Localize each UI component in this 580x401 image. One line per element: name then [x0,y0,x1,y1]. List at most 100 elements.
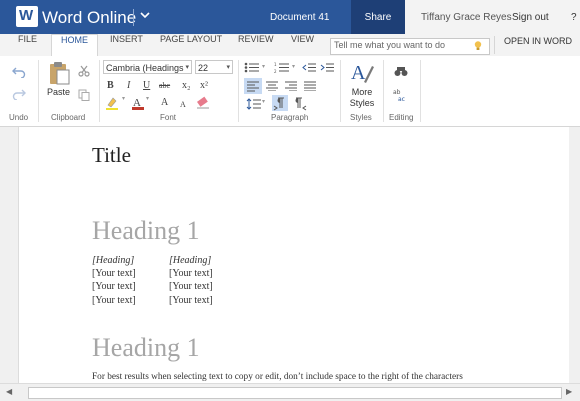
chevron-down-icon: ▾ [226,64,230,71]
user-name[interactable]: Tiffany Grace Reyes [421,12,512,23]
redo-icon[interactable] [12,88,26,100]
paste-label[interactable]: Paste [47,87,70,97]
styles-icon[interactable]: A [350,60,374,86]
table-cell[interactable]: [Your text] [92,281,136,292]
lightbulb-icon [474,41,482,50]
word-logo-icon[interactable]: W [16,6,38,27]
right-to-left-icon[interactable] [292,97,308,111]
font-group-label: Font [160,113,177,122]
clipboard-group-label: Clipboard [51,113,86,122]
tab-review[interactable]: REVIEW [238,34,274,56]
table-cell[interactable]: [Heading] [169,255,211,266]
scroll-left-arrow-icon[interactable]: ◀ [6,387,12,396]
undo-group-label: Undo [9,113,29,122]
share-button[interactable]: Share [351,0,405,34]
chevron-down-icon[interactable]: ▾ [262,96,265,108]
svg-text:2: 2 [274,69,277,73]
italic-button[interactable]: I [127,80,130,92]
bullets-icon[interactable] [244,62,260,73]
font-name-dropdown[interactable]: Cambria (Headings ▾ [103,60,192,74]
chevron-down-icon[interactable]: ▾ [292,61,295,73]
group-divider [383,60,384,122]
superscript-button[interactable]: x² [200,80,208,92]
strikethrough-button[interactable]: abc [159,80,170,92]
svg-text:A: A [351,62,366,84]
ltr-button[interactable] [272,95,288,111]
copy-icon[interactable] [78,89,90,101]
svg-text:ab: ab [393,89,401,96]
document-area [0,127,580,383]
table-cell[interactable]: [Your text] [92,295,136,306]
subscript-button[interactable]: x₂ [182,80,191,92]
document-title[interactable]: Title [92,143,131,168]
undo-icon[interactable] [12,66,26,78]
horizontal-scrollbar[interactable]: ◀ ▶ [0,383,580,401]
chevron-down-icon[interactable]: ▾ [122,93,125,105]
shrink-font-button[interactable]: A [180,99,186,111]
font-size-dropdown[interactable]: 22 ▾ [195,60,233,74]
vertical-scrollbar[interactable] [569,127,580,383]
tell-me-input[interactable]: Tell me what you want to do [330,38,490,55]
ribbon-tabs: FILE HOME INSERT PAGE LAYOUT REVIEW VIEW [0,34,580,58]
grow-font-button[interactable]: A [161,97,168,109]
line-spacing-icon[interactable] [246,98,262,110]
scrollbar-thumb[interactable] [28,387,562,399]
align-right-icon[interactable] [284,80,298,91]
document-name[interactable]: Document 41 [270,12,329,23]
table-cell[interactable]: [Your text] [92,268,136,279]
align-center-icon[interactable] [265,80,279,91]
table-cell[interactable]: [Your text] [169,281,213,292]
group-divider [38,60,39,122]
more-styles-line2: Styles [349,98,375,108]
user-area: Tiffany Grace Reyes Sign out ? [405,0,580,34]
scroll-right-arrow-icon[interactable]: ▶ [566,387,572,396]
cut-icon[interactable] [78,65,90,77]
table-cell[interactable]: [Heading] [92,255,134,266]
ribbon: Undo Paste Clipboard Cambria (Headings ▾ … [0,56,580,127]
table-cell[interactable]: [Your text] [169,295,213,306]
editing-group-label: Editing [389,113,414,122]
tab-home[interactable]: HOME [51,34,98,58]
group-divider [420,60,421,122]
numbering-icon[interactable]: 12 [274,62,290,73]
paragraph-group-label: Paragraph [271,113,309,122]
justify-icon[interactable] [303,80,317,91]
more-styles-line1: More [351,87,373,97]
chevron-down-icon[interactable] [139,9,151,21]
decrease-indent-icon[interactable] [302,62,316,73]
open-in-word-button[interactable]: OPEN IN WORD [494,36,580,54]
tab-file[interactable]: FILE [18,34,37,56]
title-divider [133,9,134,26]
underline-button[interactable]: U [143,80,150,92]
group-divider [340,60,341,122]
font-color-icon[interactable]: A [132,96,144,110]
replace-icon[interactable]: abac [393,88,409,102]
heading-1[interactable]: Heading 1 [92,216,200,246]
highlight-icon[interactable] [105,96,119,110]
more-styles-button[interactable]: More Styles [346,87,378,109]
tab-page-layout[interactable]: PAGE LAYOUT [160,34,222,56]
heading-1-second[interactable]: Heading 1 [92,333,200,363]
title-bar: W Word Online Document 41 Share Tiffany … [0,0,580,34]
increase-indent-icon[interactable] [320,62,334,73]
clear-formatting-icon[interactable] [196,96,210,109]
styles-group-label: Styles [350,113,372,122]
chevron-down-icon[interactable]: ▾ [146,93,149,105]
font-size-value: 22 [198,63,209,73]
chevron-down-icon[interactable]: ▾ [262,61,265,73]
help-button[interactable]: ? [571,12,577,23]
tab-view[interactable]: VIEW [291,34,314,56]
body-text[interactable]: For best results when selecting text to … [92,372,463,382]
find-icon[interactable] [394,66,408,77]
font-name-value: Cambria (Headings [106,63,184,73]
app-name[interactable]: Word Online [42,8,136,28]
paste-icon[interactable] [48,61,70,85]
svg-text:1: 1 [274,62,277,67]
table-cell[interactable]: [Your text] [169,268,213,279]
svg-text:ac: ac [398,96,405,102]
sign-out-link[interactable]: Sign out [512,12,549,23]
tab-insert[interactable]: INSERT [110,34,143,56]
logo-letter: W [19,7,34,24]
align-left-button[interactable] [244,78,262,94]
bold-button[interactable]: B [107,80,114,92]
